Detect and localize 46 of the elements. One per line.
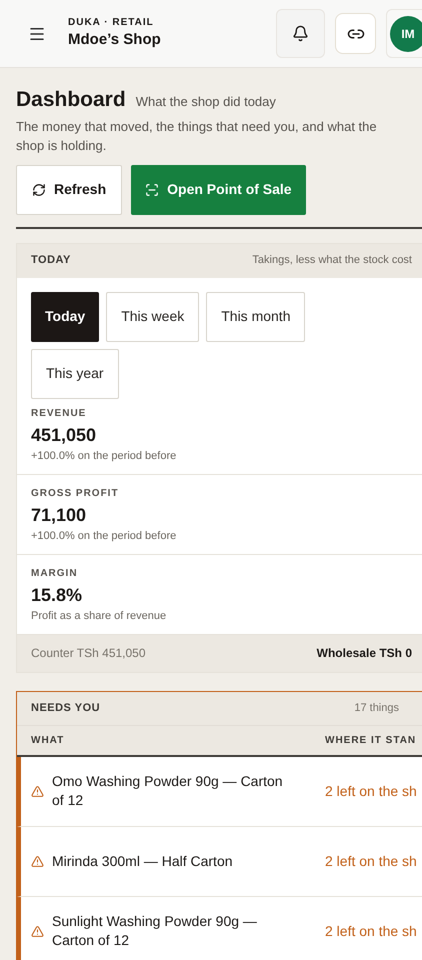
page-description: The money that moved, the things that need you, and what the shop is holding. — [16, 118, 378, 154]
page-title: Dashboard — [16, 87, 126, 113]
warning-icon — [31, 924, 44, 938]
metric-note: +100.0% on the period before — [31, 528, 178, 544]
avatar-button[interactable]: IM — [390, 16, 422, 52]
item-name: Omo Washing Powder 90g — Carton of 12 — [52, 772, 284, 810]
period-tab[interactable]: This month — [206, 292, 306, 342]
section-title: NEEDS YOU — [31, 700, 100, 716]
notifications-button[interactable] — [276, 9, 325, 58]
period-tab[interactable]: Today — [31, 292, 100, 342]
needs-row[interactable]: Mirinda 300ml — Half Carton 2 left on the sh — [17, 826, 422, 896]
metric-label: MARGIN — [31, 566, 79, 580]
counter-total: Counter TSh 451,050 — [31, 645, 146, 662]
warning-icon — [31, 854, 44, 868]
period-tab[interactable]: This year — [31, 348, 119, 398]
needs-row[interactable]: Sunlight Washing Powder 90g — Carton of 12 2 left on the sh — [17, 896, 422, 960]
stock-status: 2 left on the sh — [325, 852, 417, 870]
shop-name: Mdoe’s Shop — [68, 30, 161, 50]
bell-icon — [292, 25, 309, 42]
section-count: 17 things — [354, 700, 399, 716]
metric-note: Profit as a share of revenue — [31, 608, 168, 624]
period-tab[interactable]: This week — [106, 292, 200, 342]
open-pos-button[interactable]: Open Point of Sale — [131, 164, 306, 214]
column-header: WHAT — [30, 734, 66, 748]
metric-note: +100.0% on the period before — [31, 448, 178, 464]
section-note: Takings, less what the stock cost — [252, 253, 412, 268]
refresh-button[interactable]: Refresh — [16, 164, 122, 214]
page-subtitle: What the shop did today — [136, 93, 276, 111]
metric-label: REVENUE — [31, 406, 88, 420]
needs-row[interactable]: Omo Washing Powder 90g — Carton of 12 2 left on the sh — [17, 756, 422, 826]
section-title: TODAY — [31, 253, 71, 268]
link-button[interactable] — [335, 13, 376, 54]
stock-status: 2 left on the sh — [325, 782, 417, 800]
stock-status: 2 left on the sh — [325, 922, 417, 940]
app-eyebrow: DUKA · RETAIL — [68, 18, 155, 28]
item-name: Sunlight Washing Powder 90g — Carton of 12 — [52, 912, 258, 950]
refresh-icon — [32, 182, 46, 196]
warning-icon — [31, 784, 44, 798]
metric-value: 15.8% — [31, 584, 84, 606]
metric-value: 71,100 — [31, 504, 88, 526]
metric-label: GROSS PROFIT — [31, 486, 120, 500]
column-header: WHERE IT STAN — [325, 734, 416, 748]
item-name: Mirinda 300ml — Half Carton — [52, 852, 233, 870]
wholesale-total: Wholesale TSh 0 — [316, 645, 412, 662]
metric-value: 451,050 — [31, 424, 98, 446]
scan-icon — [145, 182, 160, 196]
